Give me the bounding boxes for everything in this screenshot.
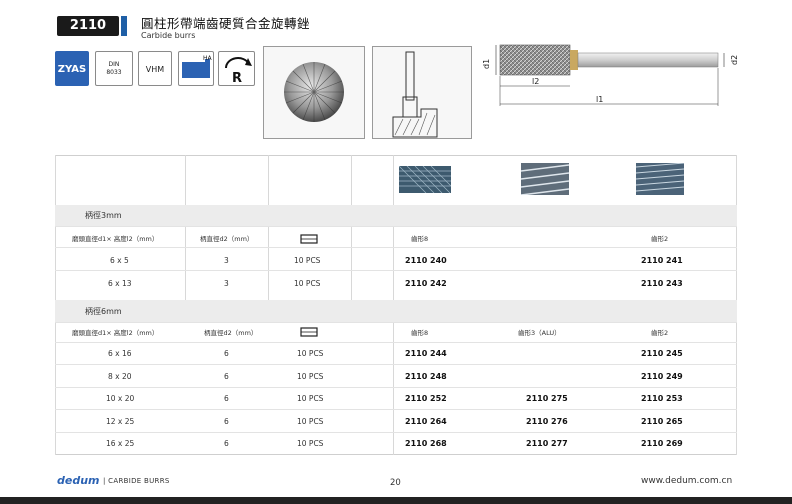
table-cell-code: 2110 269 (641, 439, 683, 448)
table-cell-pack: 10 PCS (297, 439, 324, 448)
table-cell-shank: 6 (224, 439, 229, 448)
table-cell-shank: 3 (224, 256, 229, 265)
table-cell-size: 6 x 13 (108, 279, 132, 288)
table-cell-shank: 3 (224, 279, 229, 288)
tooth-type-2-photo (635, 162, 685, 195)
din-label: DIN (108, 61, 120, 68)
col-shank-header: 柄直徑d2（mm） (204, 329, 258, 337)
col-tooth8-header: 齒形8 (411, 235, 429, 243)
table-cell-pack: 10 PCS (297, 417, 324, 426)
table-cell-code: 2110 265 (641, 417, 683, 426)
section1-band (55, 205, 737, 226)
table-cell-code: 2110 243 (641, 279, 683, 288)
table-cell-code: 2110 252 (405, 394, 447, 403)
table-cell-pack: 10 PCS (294, 256, 321, 265)
table-cell-pack: 10 PCS (297, 394, 324, 403)
table-cell-code: 2110 277 (526, 439, 568, 448)
d1-label: d1 (482, 59, 491, 69)
usage-illustration (372, 46, 472, 139)
table-cell-code: 2110 249 (641, 372, 683, 381)
table-cell-shank: 6 (224, 394, 229, 403)
table-cell-code: 2110 276 (526, 417, 568, 426)
table-cell-size: 12 x 25 (106, 417, 135, 426)
package-icon (300, 323, 320, 342)
table-cell-code: 2110 253 (641, 394, 683, 403)
table-cell-size: 10 x 20 (106, 394, 135, 403)
burr-end-view-image (263, 46, 365, 139)
page-subtitle: Carbide burrs (141, 31, 196, 40)
din-badge: DIN 8033 (95, 51, 133, 86)
table-cell-size: 6 x 16 (108, 349, 132, 358)
bottom-bar (0, 497, 792, 504)
table-cell-size: 6 x 5 (110, 256, 129, 265)
rotation-icon: R (218, 51, 255, 86)
table-cell-code: 2110 264 (405, 417, 447, 426)
tooth-type-3-photo (520, 163, 570, 196)
footer-category: | CARBIDE BURRS (103, 477, 170, 485)
col-tooth2-header: 齒形2 (651, 329, 669, 337)
table-cell-pack: 10 PCS (297, 349, 324, 358)
table-cell-shank: 6 (224, 349, 229, 358)
table-cell-pack: 10 PCS (294, 279, 321, 288)
table-cell-code: 2110 268 (405, 439, 447, 448)
rotation-label: R (232, 71, 242, 86)
table-cell-code: 2110 248 (405, 372, 447, 381)
catalog-code: 2110 (57, 16, 119, 36)
table-cell-code: 2110 245 (641, 349, 683, 358)
vhm-badge: VHM (138, 51, 172, 86)
tooth-type-8-photo (398, 165, 452, 194)
section2-band (55, 300, 737, 322)
table-cell-code: 2110 240 (405, 256, 447, 265)
col-size-header: 磨頭直徑d1× 高度l2（mm） (72, 329, 159, 337)
table-cell-code: 2110 241 (641, 256, 683, 265)
website-link[interactable]: www.dedum.com.cn (641, 476, 732, 486)
brand-logo: dedum (57, 474, 100, 487)
burr-dimension-drawing: d1 d2 l2 l1 (478, 40, 748, 110)
col-size-header: 磨頭直徑d1× 高度l2（mm） (72, 235, 159, 243)
l1-label: l1 (596, 95, 603, 104)
table-cell-code: 2110 242 (405, 279, 447, 288)
col-shank-header: 柄直徑d2（mm） (200, 235, 254, 243)
ha-shank-icon: HA (178, 51, 214, 86)
table-cell-shank: 6 (224, 417, 229, 426)
table-cell-pack: 10 PCS (297, 372, 324, 381)
section2-title: 柄徑6mm (85, 307, 122, 316)
col-tooth3-header: 齒形3（ALU） (518, 329, 561, 337)
din-number: 8033 (106, 69, 122, 76)
page-title: 圓柱形帶端齒硬質合金旋轉銼 (141, 16, 311, 31)
table-cell-size: 16 x 25 (106, 439, 135, 448)
col-tooth8-header: 齒形8 (411, 329, 429, 337)
page-number: 20 (390, 478, 401, 488)
table-cell-shank: 6 (224, 372, 229, 381)
table-cell-code: 2110 275 (526, 394, 568, 403)
col-tooth2-header: 齒形2 (651, 235, 669, 243)
l2-label: l2 (532, 77, 539, 86)
ha-label: HA (203, 55, 213, 62)
d2-label: d2 (730, 55, 739, 65)
section1-title: 柄徑3mm (85, 211, 122, 220)
table-cell-code: 2110 244 (405, 349, 447, 358)
zyas-badge: ZYAS (55, 51, 89, 86)
code-accent-bar (121, 16, 127, 36)
table-cell-size: 8 x 20 (108, 372, 132, 381)
